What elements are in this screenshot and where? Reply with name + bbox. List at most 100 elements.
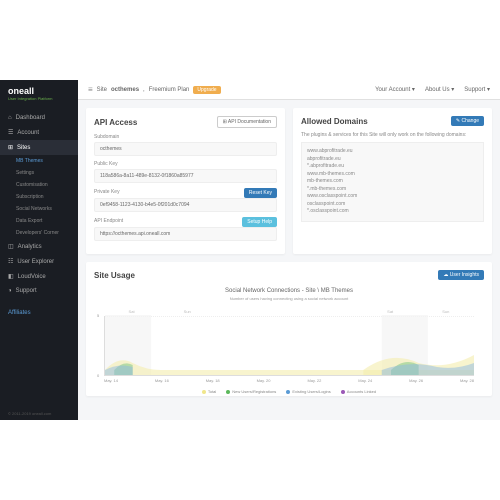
subdomain-label: Subdomain (94, 134, 277, 140)
chart-title: Social Network Connections - Site \ MB T… (94, 288, 484, 294)
legend-existing: Existing Users/Logins (286, 389, 330, 394)
nav-label: Sites (17, 145, 30, 151)
xtick: May. 28 (460, 378, 474, 383)
chat-icon: ◧ (8, 273, 14, 280)
api-title: API Access (94, 118, 137, 127)
content: API Access ⊞ API Documentation Subdomain… (78, 100, 500, 420)
chart-area: Social Network Connections - Site \ MB T… (94, 288, 484, 388)
logo-subtitle: User Integration Platform (8, 96, 70, 101)
nav: ⌂ Dashboard ☰ Account ⊞ Sites MB Themes Set… (0, 107, 78, 407)
resetkey-button[interactable]: Reset Key (244, 188, 277, 198)
nav-dashboard[interactable]: ⌂ Dashboard (0, 111, 78, 125)
main: ≡ Site octhemes, Freemium Plan Upgrade Y… (78, 80, 500, 420)
link-account[interactable]: Your Account ▾ (375, 86, 415, 93)
nav-label: Support (16, 288, 37, 294)
top-links: Your Account ▾ About Us ▾ Support ▾ (375, 86, 490, 93)
domain-item: *.osclasspoint.com (307, 208, 478, 216)
nav-label: Analytics (18, 244, 42, 250)
setuphelp-button[interactable]: Setup Help (242, 217, 277, 227)
endpoint-label: API Endpoint (94, 218, 123, 224)
nav-sub-subscription[interactable]: Subscription (0, 191, 78, 203)
menu-icon[interactable]: ≡ (88, 85, 93, 94)
topbar: ≡ Site octhemes, Freemium Plan Upgrade Y… (78, 80, 500, 100)
nav-label: Account (17, 130, 39, 136)
nav-userexplorer[interactable]: ☷User Explorer (0, 254, 78, 269)
nav-label: LoudVoice (18, 274, 46, 280)
domains-list: www.abprofitrade.eu abprofitrade.eu *.ab… (301, 142, 484, 222)
chart-icon: ◫ (8, 243, 14, 250)
subdomain-value: octhemes (94, 142, 277, 156)
nav-sub-export[interactable]: Data Export (0, 215, 78, 227)
crumb-plan: Freemium Plan (149, 87, 190, 93)
chart: 5 0 (104, 316, 474, 376)
day-label: Sat (387, 309, 393, 314)
link-about[interactable]: About Us ▾ (425, 86, 454, 93)
dashboard-icon: ⌂ (8, 115, 12, 121)
footer-text: © 2011-2019 oneall.com (0, 407, 78, 420)
chart-days: Sat Sun Sat Sun (104, 309, 474, 314)
users-icon: ☷ (8, 258, 13, 265)
privatekey-value: 0ef9458-1123-4130-b4e5-0f201d0c7094 (94, 198, 277, 212)
nav-sub-mbthemes[interactable]: MB Themes (0, 155, 78, 167)
insights-button[interactable]: ☁ User Insights (438, 270, 484, 280)
legend-label: Existing Users/Logins (292, 389, 330, 394)
day-label: Sun (184, 309, 191, 314)
ytick: 0 (97, 373, 99, 378)
chart-svg (105, 315, 474, 375)
nav-loudvoice[interactable]: ◧ LoudVoice (0, 269, 78, 284)
nav-sub-customisation[interactable]: Customisation (0, 179, 78, 191)
dot-icon (286, 390, 290, 394)
privatekey-label: Private Key (94, 189, 120, 195)
grid-icon: ⊞ (8, 144, 13, 151)
xtick: May. 26 (409, 378, 423, 383)
xtick: May. 22 (307, 378, 321, 383)
dot-icon (202, 390, 206, 394)
nav-support[interactable]: ◑ Support (0, 284, 78, 298)
nav-affiliates[interactable]: Affiliates (0, 306, 78, 320)
endpoint-value: https://octhemes.api.oneall.com (94, 227, 277, 241)
nav-account[interactable]: ☰ Account (0, 125, 78, 140)
legend-label: New Users/Registrations (232, 389, 276, 394)
nav-sub-social[interactable]: Social Networks (0, 203, 78, 215)
chart-legend: Total New Users/Registrations Existing U… (94, 389, 484, 394)
link-support[interactable]: Support ▾ (464, 86, 490, 93)
api-doc-button[interactable]: ⊞ API Documentation (217, 116, 277, 128)
domain-item: www.abprofitrade.eu (307, 148, 478, 156)
upgrade-button[interactable]: Upgrade (193, 86, 220, 94)
legend-total: Total (202, 389, 216, 394)
change-button[interactable]: ✎ Change (451, 116, 484, 126)
xtick: May. 24 (358, 378, 372, 383)
nav-label: Dashboard (16, 115, 45, 121)
day-label: Sat (129, 309, 135, 314)
xtick: May. 16 (155, 378, 169, 383)
ytick: 5 (97, 313, 99, 318)
publickey-value: 118a586a-8a11-489e-8132-0f1860a85977 (94, 169, 277, 183)
crumb-name: octhemes (111, 87, 139, 93)
nav-sub-dev[interactable]: Developers' Corner (0, 227, 78, 239)
xtick: May. 14 (104, 378, 118, 383)
logo-text: oneall (8, 86, 70, 96)
dot-icon (226, 390, 230, 394)
legend-new: New Users/Registrations (226, 389, 276, 394)
support-icon: ◑ (8, 288, 12, 294)
publickey-label: Public Key (94, 161, 277, 167)
legend-label: Total (208, 389, 216, 394)
domain-item: www.mb-themes.com (307, 171, 478, 179)
nav-sub-settings[interactable]: Settings (0, 167, 78, 179)
domains-panel: Allowed Domains ✎ Change The plugins & s… (293, 108, 492, 254)
legend-label: Accounts Linked (347, 389, 376, 394)
domain-item: *.abprofitrade.eu (307, 163, 478, 171)
domain-item: *.mb-themes.com (307, 186, 478, 194)
nav-analytics[interactable]: ◫ Analytics (0, 239, 78, 254)
domain-item: osclasspoint.com (307, 201, 478, 209)
user-icon: ☰ (8, 129, 13, 136)
dot-icon (341, 390, 345, 394)
crumb-site: Site (97, 87, 107, 93)
day-label: Sun (442, 309, 449, 314)
legend-linked: Accounts Linked (341, 389, 376, 394)
domain-item: www.osclasspoint.com (307, 193, 478, 201)
sidebar: oneall User Integration Platform ⌂ Dashbo… (0, 80, 78, 420)
usage-panel: Site Usage ☁ User Insights Social Networ… (86, 262, 492, 396)
xtick: May. 20 (257, 378, 271, 383)
nav-sites[interactable]: ⊞ Sites (0, 140, 78, 155)
